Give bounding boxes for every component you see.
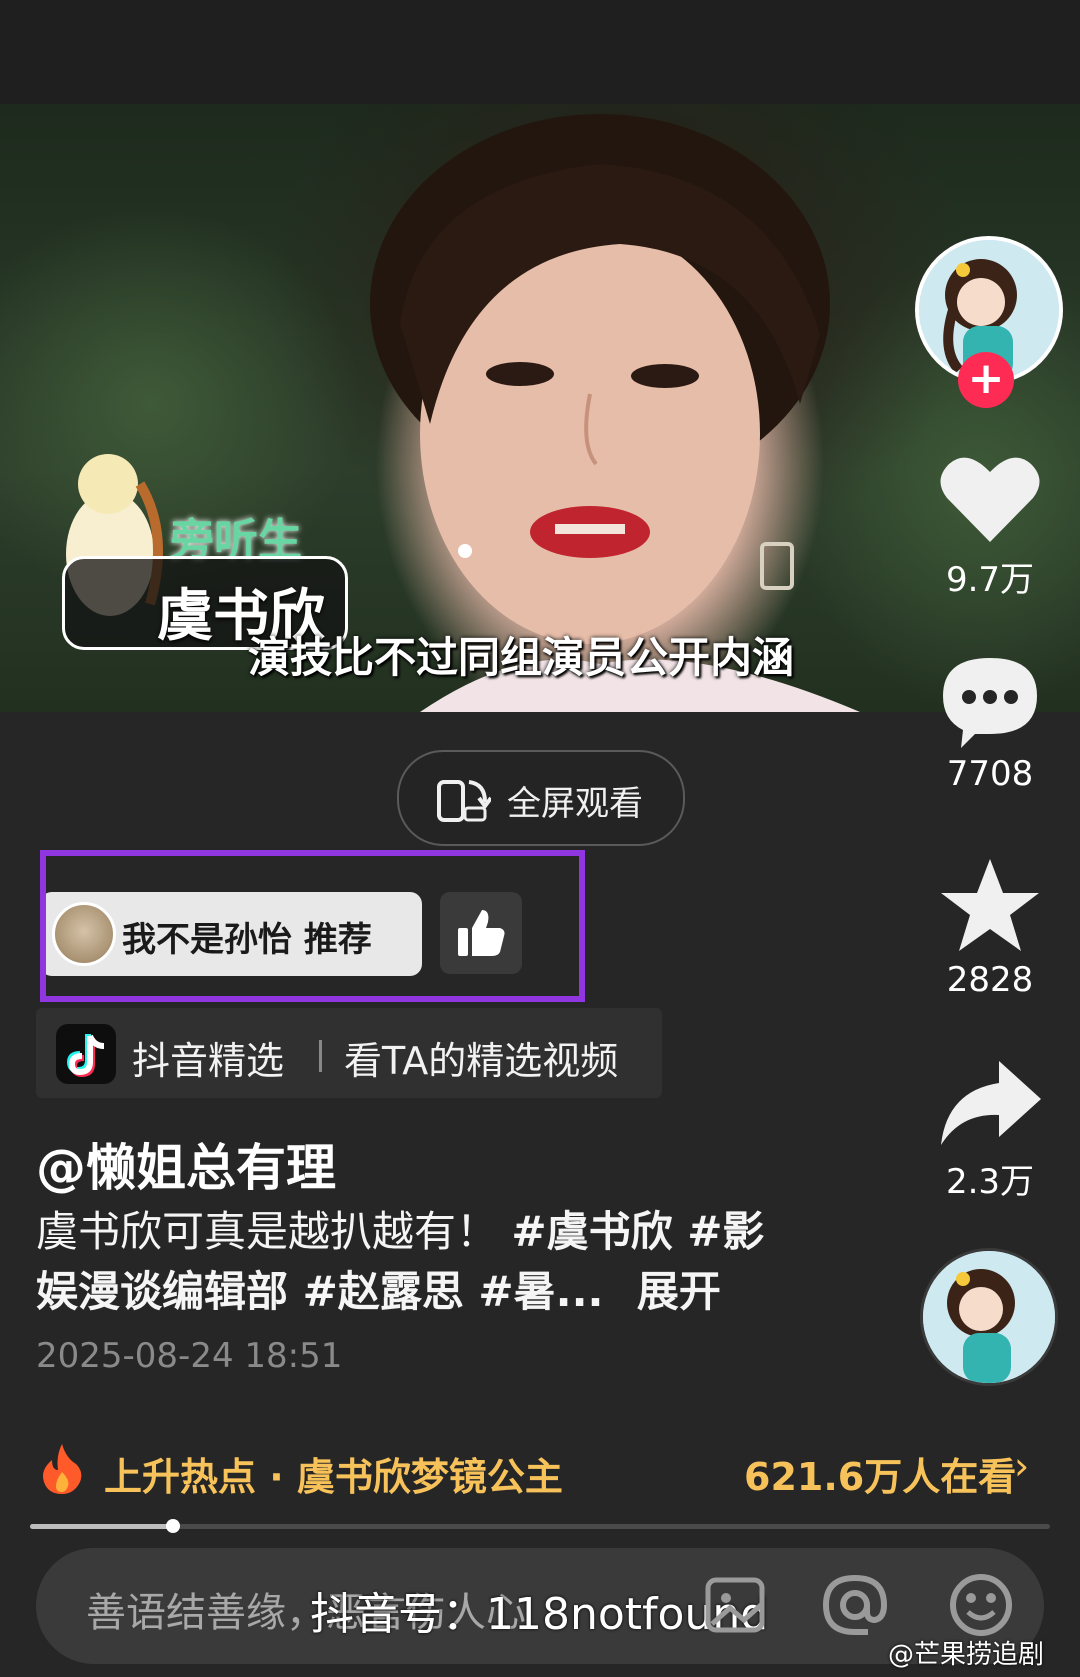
favorite-count: 2828 (946, 960, 1034, 1000)
watermark-source: @芒果捞追剧 (888, 1640, 1045, 1670)
progress-handle[interactable] (165, 1519, 180, 1533)
like-count: 9.7万 (945, 560, 1035, 600)
fullscreen-button[interactable]: 全屏观看 (397, 750, 685, 846)
heart-icon[interactable] (935, 450, 1045, 550)
star-icon[interactable] (935, 855, 1045, 955)
status-area (0, 0, 1080, 104)
video-subtitle: 演技比不过同组演员公开内涵 (248, 633, 795, 682)
comment-icon[interactable] (935, 650, 1045, 750)
rotate-screen-icon (437, 780, 491, 822)
progress-fill (30, 1524, 173, 1529)
expand-link[interactable]: 展开 (637, 1267, 721, 1316)
follow-button[interactable]: + (958, 352, 1014, 408)
jingxuan-label: 抖音精选 (132, 1039, 285, 1083)
share-count: 2.3万 (945, 1162, 1035, 1202)
post-tags-line2[interactable]: 娱漫谈编辑部 #赵露思 #暑... (36, 1267, 604, 1316)
chevron-right-icon[interactable]: › (1014, 1444, 1029, 1488)
video-player[interactable]: 旁听生 虞书欣 演技比不过同组演员公开内涵 (0, 104, 1080, 712)
post-tags[interactable]: #虞书欣 #影 (511, 1207, 764, 1256)
highlight-frame (40, 850, 585, 1002)
flame-icon (43, 1444, 82, 1494)
fullscreen-label: 全屏观看 (507, 784, 643, 824)
author-name[interactable]: @懒姐总有理 (36, 1128, 336, 1200)
post-text: 虞书欣可真是越扒越有！ (36, 1207, 499, 1256)
jingxuan-link[interactable]: 看TA的精选视频 (344, 1030, 618, 1085)
comment-count: 7708 (946, 754, 1034, 794)
at-icon[interactable] (820, 1570, 890, 1640)
emoji-icon[interactable] (946, 1570, 1016, 1640)
post-description: 虞书欣可真是越扒越有！ #虞书欣 #影 娱漫谈编辑部 #赵露思 #暑... 展开 (36, 1202, 796, 1322)
disc-illustration (923, 1251, 1055, 1383)
post-date: 2025-08-24 18:51 (36, 1336, 343, 1376)
douyin-logo-icon (56, 1024, 116, 1084)
jingxuan-divider (319, 1040, 322, 1072)
progress-track[interactable] (30, 1524, 1050, 1529)
hot-viewers: 621.6万人在看 (744, 1455, 1017, 1499)
music-disc-avatar[interactable] (920, 1248, 1058, 1386)
image-icon[interactable] (700, 1570, 770, 1640)
share-icon[interactable] (935, 1055, 1045, 1155)
hot-topic[interactable]: 上升热点 · 虞书欣梦镜公主 (104, 1446, 563, 1501)
